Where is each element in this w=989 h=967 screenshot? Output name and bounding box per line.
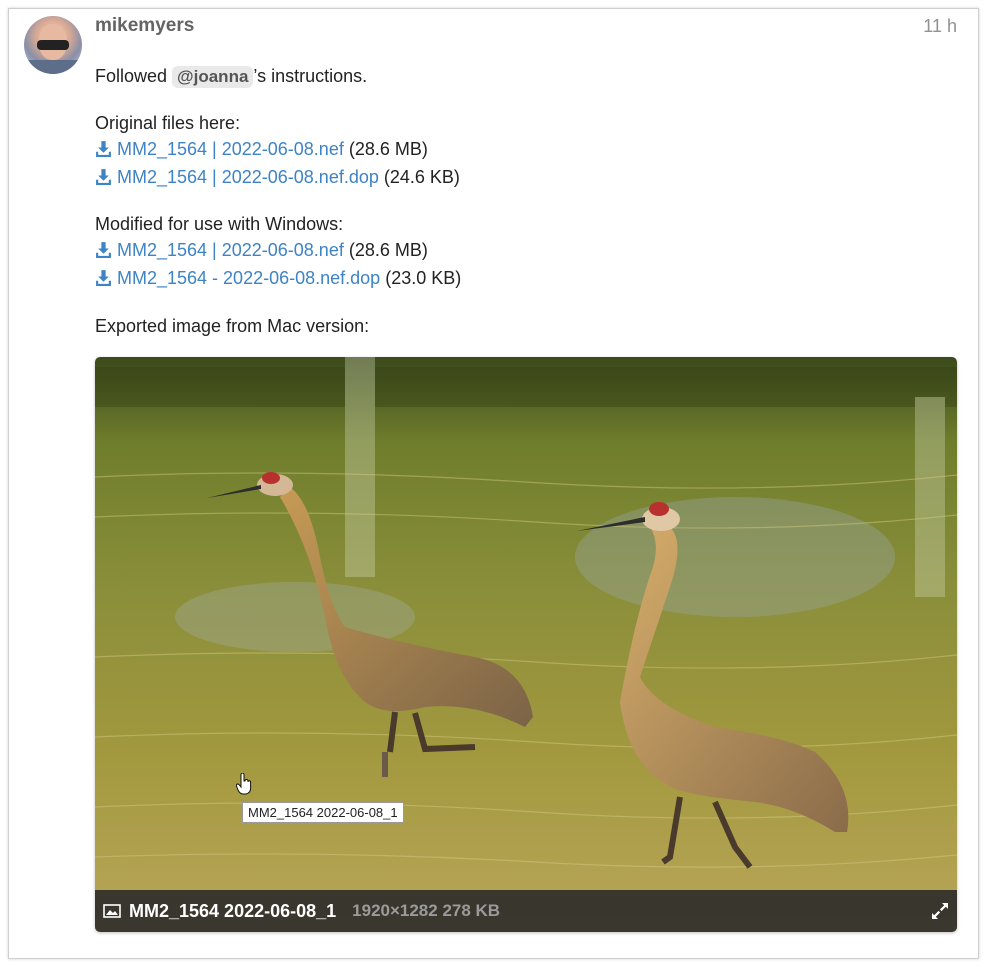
- image-meta: 1920×1282 278 KB: [352, 901, 501, 920]
- file-row: MM2_1564 - 2022-06-08.nef.dop (23.0 KB): [95, 267, 461, 289]
- intro-after: ’s instructions.: [253, 66, 368, 86]
- download-icon: [96, 141, 111, 157]
- attachment-size: (28.6 MB): [348, 139, 428, 159]
- expand-icon[interactable]: [931, 902, 949, 920]
- intro-before: Followed: [95, 66, 173, 86]
- attachment-link[interactable]: MM2_1564 | 2022-06-08.nef: [95, 139, 344, 159]
- attachment-name: MM2_1564 | 2022-06-08.nef.dop: [117, 167, 379, 187]
- attachment-size: (24.6 KB): [383, 167, 460, 187]
- image-icon: [103, 904, 121, 918]
- file-row: MM2_1564 | 2022-06-08.nef.dop (24.6 KB): [95, 166, 460, 188]
- file-row: MM2_1564 | 2022-06-08.nef (28.6 MB): [95, 138, 428, 160]
- download-icon: [96, 242, 111, 258]
- image-caption-bar[interactable]: MM2_1564 2022-06-08_1 1920×1282 278 KB: [95, 890, 957, 932]
- avatar-shirt: [24, 60, 82, 74]
- attachment-link[interactable]: MM2_1564 - 2022-06-08.nef.dop: [95, 268, 380, 288]
- avatar[interactable]: [24, 16, 82, 74]
- attachment-name: MM2_1564 - 2022-06-08.nef.dop: [117, 268, 381, 288]
- file-row: MM2_1564 | 2022-06-08.nef (28.6 MB): [95, 239, 428, 261]
- attachment-name: MM2_1564 | 2022-06-08.nef: [117, 139, 344, 159]
- attachment-link[interactable]: MM2_1564 | 2022-06-08.nef.dop: [95, 167, 379, 187]
- image-tooltip: MM2_1564 2022-06-08_1: [242, 802, 404, 823]
- attachment-size: (23.0 KB): [385, 268, 462, 288]
- exported-heading: Exported image from Mac version:: [95, 316, 370, 336]
- post-time[interactable]: 11 h: [923, 16, 957, 37]
- hand-cursor-icon: [236, 773, 252, 795]
- modified-heading: Modified for use with Windows:: [95, 214, 344, 234]
- username[interactable]: mikemyers: [95, 15, 194, 37]
- crane-photo[interactable]: [95, 357, 957, 932]
- attachment-link[interactable]: MM2_1564 | 2022-06-08.nef: [95, 240, 344, 260]
- image-filename: MM2_1564 2022-06-08_1: [129, 900, 337, 921]
- download-icon: [96, 169, 111, 185]
- attachment-size: (28.6 MB): [348, 240, 428, 260]
- intro-text: Followed @joanna’s instructions.: [95, 65, 367, 88]
- attachment-name: MM2_1564 | 2022-06-08.nef: [117, 240, 344, 260]
- image-lightbox[interactable]: MM2_1564 2022-06-08_1 MM2_1564 2022-06-0…: [95, 357, 957, 932]
- original-heading: Original files here:: [95, 113, 241, 133]
- download-icon: [96, 270, 111, 286]
- mention-link[interactable]: @joanna: [172, 66, 254, 88]
- avatar-glasses: [37, 40, 69, 50]
